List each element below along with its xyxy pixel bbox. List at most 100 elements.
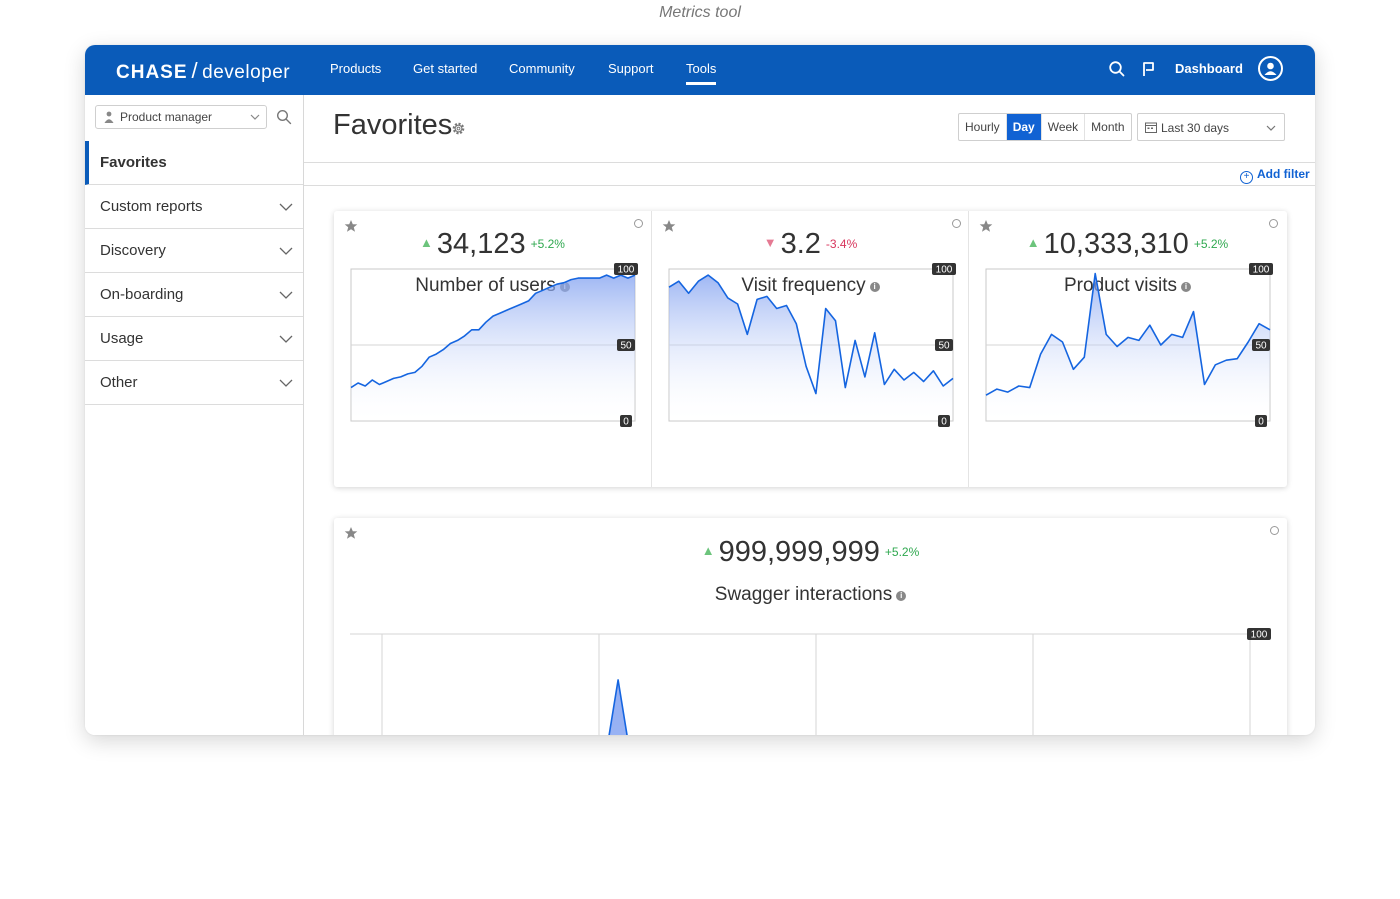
chevron-down-icon <box>250 114 260 120</box>
svg-text:0: 0 <box>941 417 947 428</box>
role-select[interactable]: Product manager <box>95 105 267 129</box>
svg-text:50: 50 <box>1255 341 1267 352</box>
nav-link-get-started[interactable]: Get started <box>413 61 477 76</box>
data-point <box>941 384 945 388</box>
data-point <box>745 332 749 336</box>
data-point <box>484 320 488 324</box>
nav-link-tools[interactable]: Tools <box>686 61 717 85</box>
data-point <box>1181 335 1185 339</box>
data-point <box>1170 332 1174 336</box>
role-select-value: Product manager <box>120 110 213 124</box>
data-point <box>569 278 573 282</box>
data-point <box>434 352 438 356</box>
granularity-month[interactable]: Month <box>1085 114 1130 140</box>
data-point <box>356 381 360 385</box>
data-point <box>687 291 691 295</box>
granularity-day[interactable]: Day <box>1006 114 1042 140</box>
data-point <box>399 375 403 379</box>
y-tick-label: 50 <box>935 339 953 352</box>
divider <box>304 162 1315 163</box>
sidebar-item-on-boarding[interactable]: On-boarding <box>85 273 303 317</box>
flag-icon[interactable] <box>1140 60 1158 78</box>
metric-card-product-visits: ▲ 10,333,310 +5.2% Product visits i 0 50 100 <box>968 211 1286 487</box>
data-point <box>477 328 481 332</box>
data-point <box>527 299 531 303</box>
data-point <box>491 314 495 318</box>
granularity-week[interactable]: Week <box>1042 114 1086 140</box>
y-tick-label: 100 <box>1247 628 1271 641</box>
data-point <box>931 369 935 373</box>
date-range-value: Last 30 days <box>1161 121 1230 135</box>
app-window: CHASE / developer Products Get started Com… <box>85 45 1315 735</box>
svg-text:100: 100 <box>618 265 635 276</box>
data-point <box>1028 386 1032 390</box>
data-point <box>1159 343 1163 347</box>
user-avatar-icon[interactable] <box>1258 56 1283 81</box>
sidebar-search-icon[interactable] <box>276 109 292 125</box>
data-point <box>583 276 587 280</box>
granularity-hourly[interactable]: Hourly <box>959 114 1007 140</box>
y-tick-label: 50 <box>1252 339 1270 352</box>
y-tick-label: 100 <box>932 263 956 276</box>
data-point <box>505 308 509 312</box>
metric-value: 999,999,999 <box>718 536 880 568</box>
data-point <box>922 379 926 383</box>
nav-link-products[interactable]: Products <box>330 61 381 76</box>
data-point <box>392 376 396 380</box>
y-tick-label: 0 <box>620 415 632 427</box>
nav-link-support[interactable]: Support <box>608 61 654 76</box>
divider <box>304 185 1315 186</box>
data-point <box>863 375 867 379</box>
metric-card-swagger: ▲ 999,999,999 +5.2% Swagger interactions i … <box>334 518 1287 735</box>
data-point <box>562 281 566 285</box>
data-point <box>951 376 955 380</box>
data-point <box>984 393 988 397</box>
metric-change: +5.2% <box>884 545 920 559</box>
data-point <box>512 305 516 309</box>
data-point <box>667 285 671 289</box>
data-point <box>1235 357 1239 361</box>
data-point <box>1017 384 1021 388</box>
data-point <box>1115 345 1119 349</box>
sidebar-item-custom-reports[interactable]: Custom reports <box>85 185 303 229</box>
info-icon[interactable]: i <box>896 591 907 601</box>
sidebar-item-other[interactable]: Other <box>85 361 303 405</box>
data-point <box>1126 335 1130 339</box>
users-chart: 0 50 100 <box>350 263 638 427</box>
data-point <box>804 364 808 368</box>
data-point <box>555 282 559 286</box>
add-filter-button[interactable]: + Add filter <box>1240 167 1310 184</box>
svg-text:50: 50 <box>620 341 632 352</box>
data-point <box>590 276 594 280</box>
data-point <box>1071 367 1075 371</box>
data-point <box>427 355 431 359</box>
y-tick-label: 100 <box>1249 263 1273 276</box>
nav-link-community[interactable]: Community <box>509 61 575 76</box>
data-point <box>696 279 700 283</box>
data-point <box>892 367 896 371</box>
logo-brand: CHASE <box>116 62 188 83</box>
y-tick-label: 100 <box>614 263 638 276</box>
data-point <box>598 276 602 280</box>
sidebar-item-usage[interactable]: Usage <box>85 317 303 361</box>
svg-text:100: 100 <box>936 265 953 276</box>
data-point <box>853 338 857 342</box>
swagger-chart: 100 <box>350 628 1271 735</box>
data-point <box>1257 322 1261 326</box>
trend-up-icon: ▲ <box>701 543 715 558</box>
visit-frequency-chart: 0 50 100 <box>667 263 956 428</box>
date-range-select[interactable]: Last 30 days <box>1137 113 1285 141</box>
gear-icon[interactable] <box>451 121 466 136</box>
dashboard-link[interactable]: Dashboard <box>1175 61 1243 76</box>
chevron-down-icon <box>279 247 293 255</box>
data-point <box>995 387 999 391</box>
sidebar-item-label: Discovery <box>100 242 166 259</box>
sidebar-item-favorites[interactable]: Favorites <box>85 141 303 185</box>
sidebar-item-discovery[interactable]: Discovery <box>85 229 303 273</box>
data-point <box>413 370 417 374</box>
search-icon[interactable] <box>1108 60 1126 78</box>
chase-developer-logo[interactable]: CHASE / developer <box>116 58 290 84</box>
card-options-icon[interactable] <box>1270 526 1279 535</box>
granularity-toggle: Hourly Day Week Month <box>958 113 1132 141</box>
chevron-down-icon <box>279 291 293 299</box>
